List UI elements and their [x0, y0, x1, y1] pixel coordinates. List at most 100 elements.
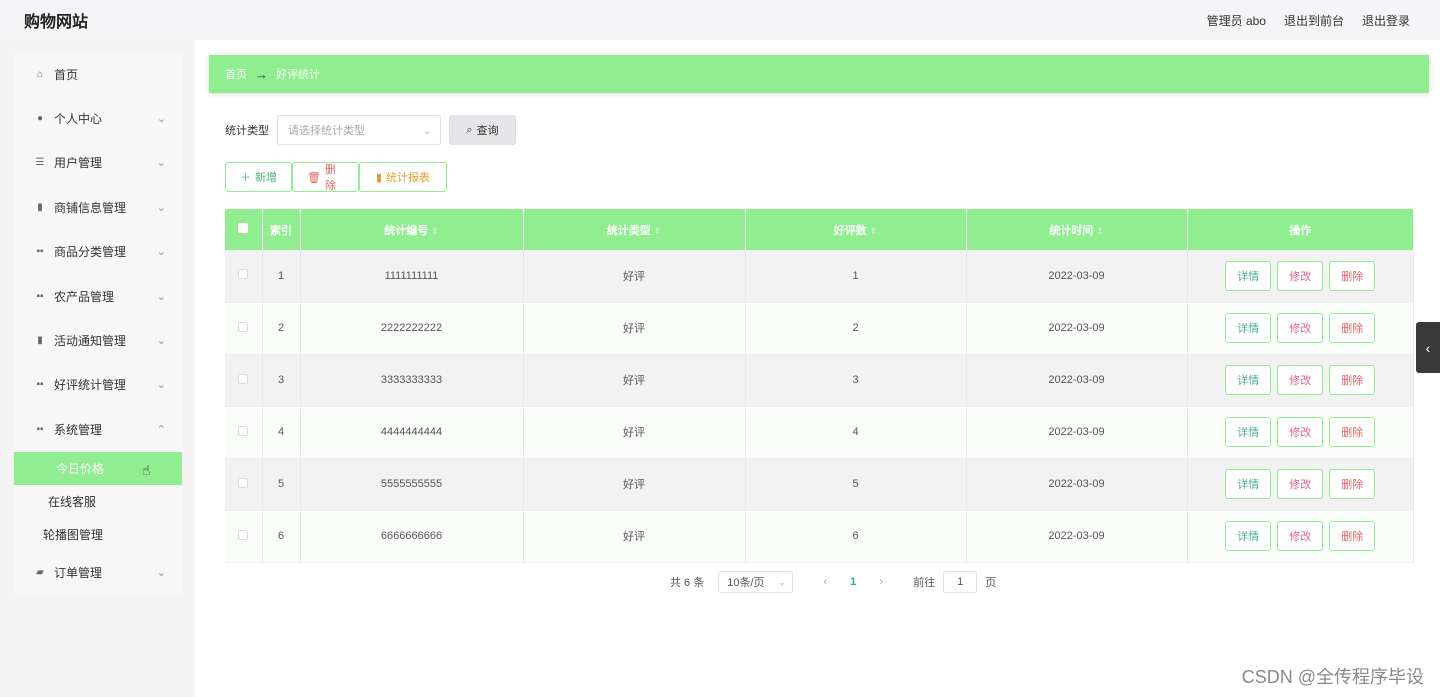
row-checkbox[interactable] [238, 373, 249, 384]
row-select-cell[interactable] [225, 302, 263, 355]
sidebar-item-label: 订单管理 [54, 566, 103, 581]
col-code-label: 统计编号 [384, 224, 429, 237]
row-checkbox[interactable] [238, 477, 249, 488]
top-right-links: 管理员 abo 退出到前台 退出登录 [1207, 12, 1410, 29]
sidebar-item-label: 商品分类管理 [54, 245, 127, 260]
edit-button[interactable]: 修改 [1277, 313, 1324, 343]
delete-button-label: 删除 [324, 164, 336, 192]
sort-icon[interactable]: ⇕ [1096, 226, 1104, 236]
sort-icon[interactable]: ⇕ [870, 226, 878, 236]
cell-index: 6 [262, 510, 301, 563]
table-row: 2 2222222222 好评 2 2022-03-09 详情 修改 删除 [225, 302, 1414, 355]
edit-button[interactable]: 修改 [1277, 469, 1324, 499]
delete-button[interactable]: 删除 [1329, 313, 1376, 343]
breadcrumb-home[interactable]: 首页 [225, 66, 247, 82]
goto-page-input[interactable]: 1 [943, 571, 978, 593]
row-select-cell[interactable] [225, 510, 263, 563]
plus-icon: ＋ [240, 172, 251, 184]
filter-bar: 统计类型 请选择统计类型 ⌄ ⌕ 查询 [225, 115, 516, 145]
edit-button[interactable]: 修改 [1277, 260, 1324, 291]
row-select-cell[interactable] [225, 250, 263, 303]
grid-icon: ▪▪ [36, 423, 44, 435]
table-row: 5 5555555555 好评 5 2022-03-09 详情 修改 删除 [225, 458, 1414, 511]
edit-button[interactable]: 修改 [1277, 365, 1324, 395]
cell-type: 好评 [523, 458, 746, 511]
row-select-cell[interactable] [225, 406, 263, 459]
select-all-cell[interactable] [225, 209, 263, 250]
cell-count: 6 [745, 510, 967, 563]
col-code[interactable]: 统计编号 ⇕ [300, 209, 524, 250]
delete-button[interactable]: 删除 [1329, 417, 1376, 447]
prev-page-button[interactable]: ‹ [815, 576, 835, 588]
col-date[interactable]: 统计时间 ⇕ [966, 209, 1188, 250]
sidebar-item-system[interactable]: ▪▪ 系统管理 ⌃ [14, 407, 182, 451]
grid-icon: ▪▪ [36, 379, 44, 391]
total-count: 共 6 条 [670, 577, 705, 589]
sidebar-item-personal[interactable]: ● 个人中心 ⌄ [14, 96, 182, 140]
sidebar-item-users[interactable]: ☰ 用户管理 ⌄ [14, 141, 182, 185]
cell-code: 6666666666 [300, 510, 524, 563]
cell-count: 5 [745, 458, 967, 511]
detail-button[interactable]: 详情 [1225, 469, 1272, 499]
page-number[interactable]: 1 [843, 576, 863, 588]
cell-ops: 详情 修改 删除 [1187, 250, 1414, 303]
sidebar-item-label: 个人中心 [54, 112, 103, 127]
report-button-label: 统计报表 [386, 172, 431, 184]
cell-index: 2 [262, 302, 301, 355]
row-checkbox[interactable] [238, 425, 249, 436]
detail-button[interactable]: 详情 [1225, 365, 1272, 395]
edit-button[interactable]: 修改 [1277, 417, 1324, 447]
chevron-up-icon: ⌃ [156, 423, 166, 436]
detail-button[interactable]: 详情 [1225, 313, 1272, 343]
cell-code: 2222222222 [300, 302, 524, 355]
detail-button[interactable]: 详情 [1225, 260, 1272, 291]
query-button[interactable]: ⌕ 查询 [449, 115, 516, 145]
sort-icon[interactable]: ⇕ [431, 226, 439, 236]
sidebar-sub-carousel[interactable]: 轮播图管理 [14, 518, 182, 551]
cell-index: 3 [262, 354, 301, 407]
cell-type: 好评 [523, 354, 746, 407]
page-size-select[interactable]: 10条/页 ⌄ [718, 571, 794, 593]
delete-button[interactable]: 删除 [1329, 365, 1376, 395]
col-count[interactable]: 好评数 ⇕ [745, 209, 967, 250]
col-type[interactable]: 统计类型 ⇕ [523, 209, 746, 250]
logout-link[interactable]: 退出登录 [1362, 12, 1410, 29]
sidebar-sub-today-price[interactable]: 今日价格 ☝ [14, 451, 182, 485]
row-checkbox[interactable] [238, 321, 249, 332]
sidebar-item-categories[interactable]: ▪▪ 商品分类管理 ⌄ [14, 230, 182, 274]
sidebar-item-notices[interactable]: ▮ 活动通知管理 ⌄ [14, 318, 182, 362]
row-checkbox[interactable] [238, 269, 249, 280]
select-all-checkbox[interactable] [238, 223, 249, 233]
delete-button[interactable]: 删除 [1329, 260, 1376, 291]
sidebar-item-shops[interactable]: ▮ 商铺信息管理 ⌄ [14, 185, 182, 229]
batch-delete-button[interactable]: 🗑 删除 [292, 162, 359, 192]
filter-label: 统计类型 [225, 125, 269, 137]
collapse-panel-tab[interactable]: ‹ [1416, 322, 1440, 373]
add-button[interactable]: ＋ 新增 [225, 162, 292, 192]
sort-icon[interactable]: ⇕ [654, 226, 662, 236]
cell-code: 4444444444 [300, 406, 524, 459]
sidebar-item-reviews[interactable]: ▪▪ 好评统计管理 ⌄ [14, 363, 182, 407]
sidebar-item-orders[interactable]: ▰ 订单管理 ⌄ [14, 551, 182, 595]
delete-button[interactable]: 删除 [1329, 469, 1376, 499]
sidebar-item-label: 商铺信息管理 [54, 200, 127, 215]
sidebar-item-home[interactable]: ⌂ 首页 [14, 52, 182, 96]
detail-button[interactable]: 详情 [1225, 417, 1272, 447]
edit-button[interactable]: 修改 [1277, 521, 1324, 551]
cell-index: 4 [262, 406, 301, 459]
sidebar-item-label: 农产品管理 [54, 289, 115, 304]
delete-button[interactable]: 删除 [1329, 521, 1376, 551]
stat-type-select[interactable]: 请选择统计类型 ⌄ [277, 115, 441, 145]
sidebar-item-label: 用户管理 [54, 156, 103, 171]
report-button[interactable]: ▮ 统计报表 [359, 162, 447, 192]
sidebar-sub-label: 轮播图管理 [43, 527, 104, 542]
sidebar-item-products[interactable]: ▪▪ 农产品管理 ⌄ [14, 274, 182, 318]
detail-button[interactable]: 详情 [1225, 521, 1272, 551]
row-checkbox[interactable] [238, 529, 249, 540]
exit-to-front-link[interactable]: 退出到前台 [1284, 12, 1344, 29]
sidebar-sub-online-service[interactable]: 在线客服 [14, 485, 182, 518]
chevron-down-icon: ⌄ [156, 567, 166, 580]
row-select-cell[interactable] [225, 458, 263, 511]
next-page-button[interactable]: › [871, 576, 891, 588]
row-select-cell[interactable] [225, 354, 263, 407]
